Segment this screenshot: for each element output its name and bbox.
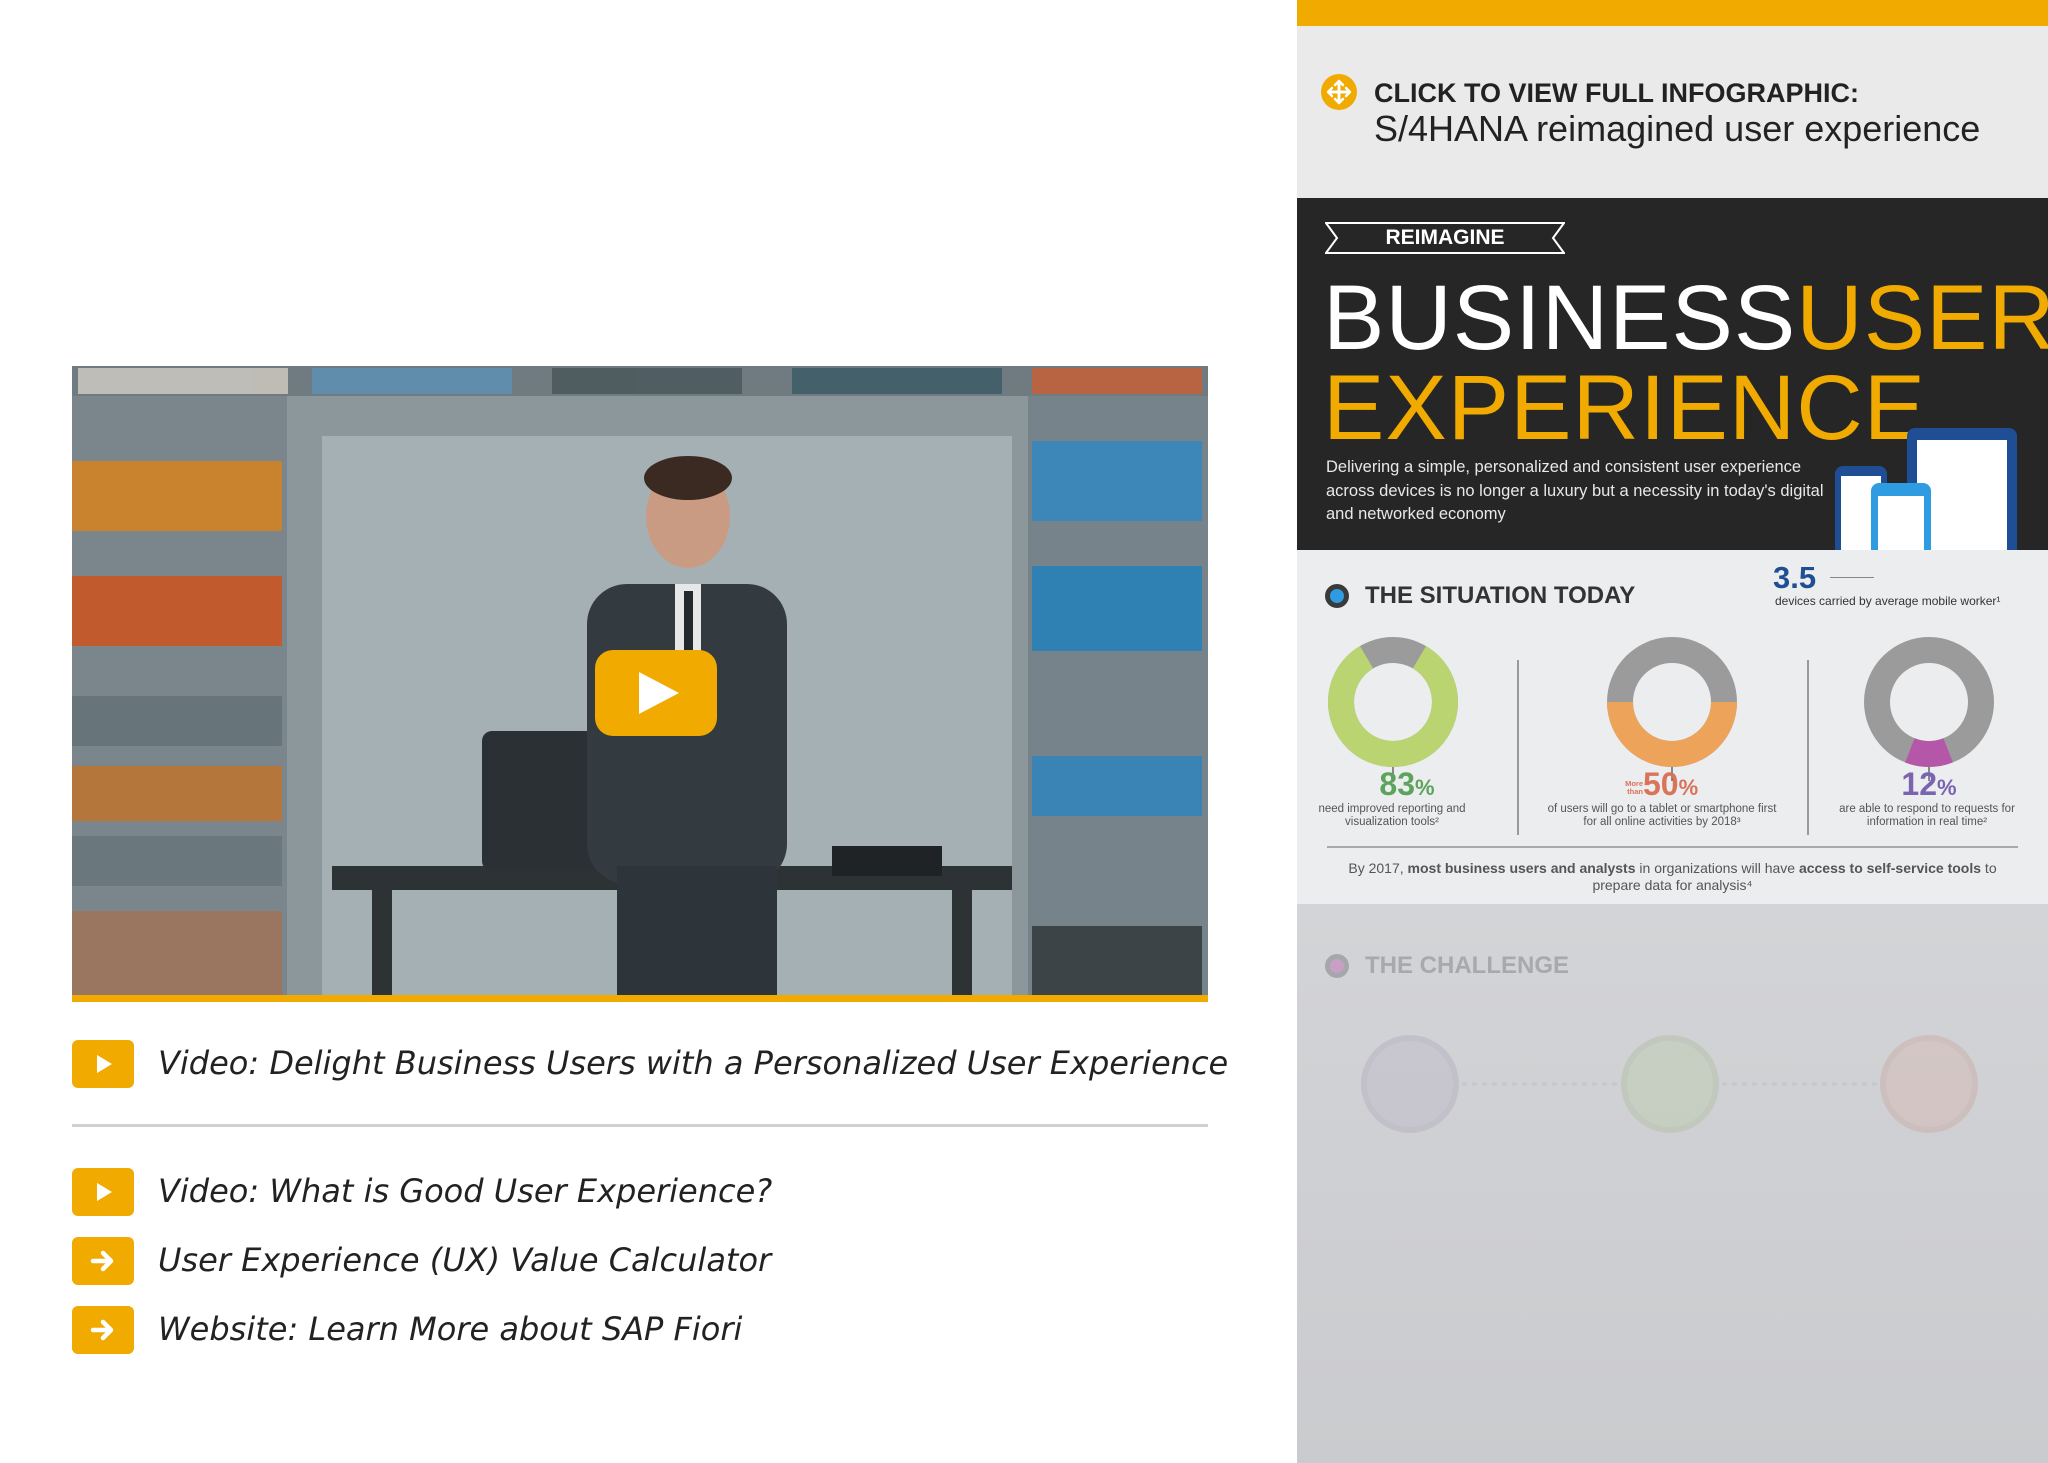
link-sap-fiori-website[interactable]: Website: Learn More about SAP Fiori bbox=[158, 1310, 742, 1348]
play-icon bbox=[97, 1183, 112, 1201]
devices-count: 3.5 bbox=[1773, 560, 1817, 595]
banner-label: REIMAGINE bbox=[1385, 226, 1505, 249]
hero-description: Delivering a simple, personalized and co… bbox=[1326, 458, 1824, 523]
situation-section: THE SITUATION TODAY 3.5 devices carried … bbox=[1297, 550, 2048, 904]
arrow-right-icon bbox=[90, 1250, 114, 1272]
devices-leader-line bbox=[1830, 577, 1874, 578]
link-icon-button-3[interactable] bbox=[72, 1237, 134, 1285]
donut-value-1 bbox=[1328, 646, 1458, 767]
play-icon bbox=[639, 672, 679, 714]
play-button[interactable] bbox=[595, 650, 717, 736]
donut-track-3 bbox=[1864, 637, 1994, 767]
stat-2-description: of users will go to a tablet or smartpho… bbox=[1547, 803, 1777, 828]
challenge-title: THE CHALLENGE bbox=[1365, 952, 1569, 979]
infographic-panel[interactable]: CLICK TO VIEW FULL INFOGRAPHIC: S/4HANA … bbox=[1297, 0, 2048, 1463]
link-icon-button-1[interactable] bbox=[72, 1040, 134, 1088]
link-ux-value-calculator[interactable]: User Experience (UX) Value Calculator bbox=[158, 1241, 771, 1279]
challenge-section: THE CHALLENGE bbox=[1297, 904, 2048, 1463]
divider bbox=[72, 1124, 1208, 1127]
accent-top-bar bbox=[1297, 0, 2048, 26]
stat-1-description: need improved reporting and visualizatio… bbox=[1318, 803, 1466, 828]
video-progress-frame bbox=[72, 995, 1208, 1002]
cta-title[interactable]: CLICK TO VIEW FULL INFOGRAPHIC: bbox=[1374, 78, 1859, 109]
stat-3-value: 12% bbox=[1901, 766, 1957, 802]
donut-value-3 bbox=[1905, 738, 1953, 767]
hero-title-user: USER bbox=[1796, 267, 2048, 369]
stat-3-description: are able to respond to requests for info… bbox=[1839, 803, 2015, 828]
arrow-right-icon bbox=[90, 1319, 114, 1341]
challenge-icons bbox=[1361, 1035, 1978, 1133]
stat-divider-2 bbox=[1807, 660, 1809, 835]
link-video-good-user-experience[interactable]: Video: What is Good User Experience? bbox=[158, 1172, 772, 1210]
stat-1-value: 83% bbox=[1379, 766, 1435, 802]
play-icon bbox=[97, 1055, 112, 1073]
devices-caption: devices carried by average mobile worker… bbox=[1775, 594, 2001, 608]
note-divider bbox=[1327, 846, 2018, 848]
hero-title-business: BUSINESS bbox=[1323, 267, 1797, 369]
situation-title: THE SITUATION TODAY bbox=[1365, 582, 1636, 609]
hero-title-line1: BUSINESSUSER bbox=[1323, 272, 2048, 364]
stat-divider-1 bbox=[1517, 660, 1519, 835]
link-video-delight-business-users[interactable]: Video: Delight Business Users with a Per… bbox=[158, 1044, 1228, 1082]
link-icon-button-4[interactable] bbox=[72, 1306, 134, 1354]
link-icon-button-2[interactable] bbox=[72, 1168, 134, 1216]
cta-subtitle[interactable]: S/4HANA reimagined user experience bbox=[1374, 108, 1980, 150]
situation-bullet-icon bbox=[1325, 584, 1349, 608]
infographic-hero: REIMAGINE BUSINESSUSER EXPERIENCE Delive… bbox=[1297, 198, 2048, 593]
stat-2-value: 50% bbox=[1643, 766, 1699, 802]
donut-value-2 bbox=[1607, 701, 1737, 767]
expand-icon[interactable] bbox=[1321, 74, 1357, 110]
stat-2-prefix: More than bbox=[1625, 779, 1643, 796]
situation-footnote: By 2017, most business users and analyst… bbox=[1348, 860, 1997, 893]
challenge-bullet-icon bbox=[1325, 954, 1349, 978]
